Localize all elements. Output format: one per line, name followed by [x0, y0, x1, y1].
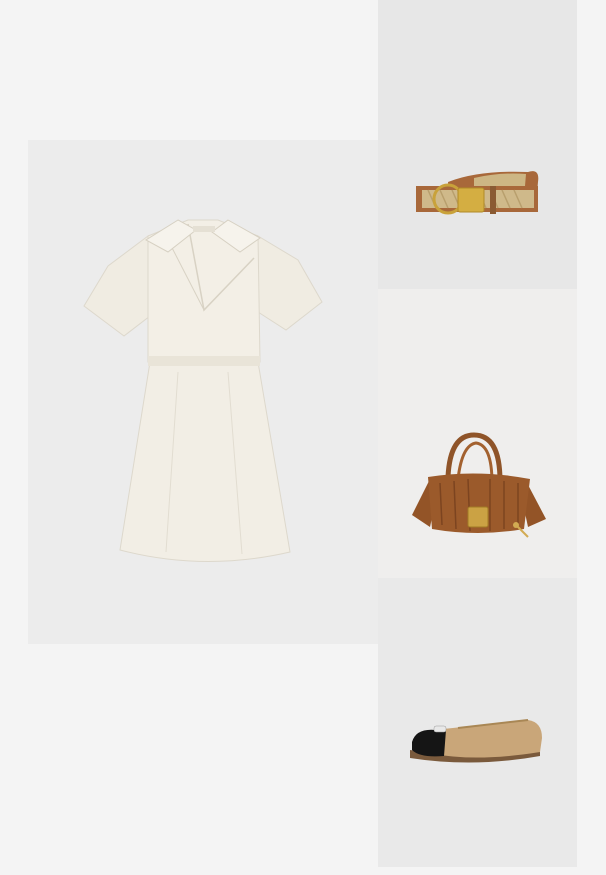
outfit-board: { "outfit": { "items": [ { "id": "dress"… [0, 0, 606, 875]
belt-product-tile[interactable] [378, 0, 577, 289]
belt-image [416, 171, 539, 215]
dress-product-tile[interactable] [28, 140, 378, 644]
ballet-flat-product-tile[interactable] [378, 578, 577, 867]
handbag-image [412, 432, 546, 538]
dress-image [83, 219, 323, 562]
ballet-flat-image [410, 719, 542, 763]
handbag-product-tile[interactable] [378, 289, 577, 578]
